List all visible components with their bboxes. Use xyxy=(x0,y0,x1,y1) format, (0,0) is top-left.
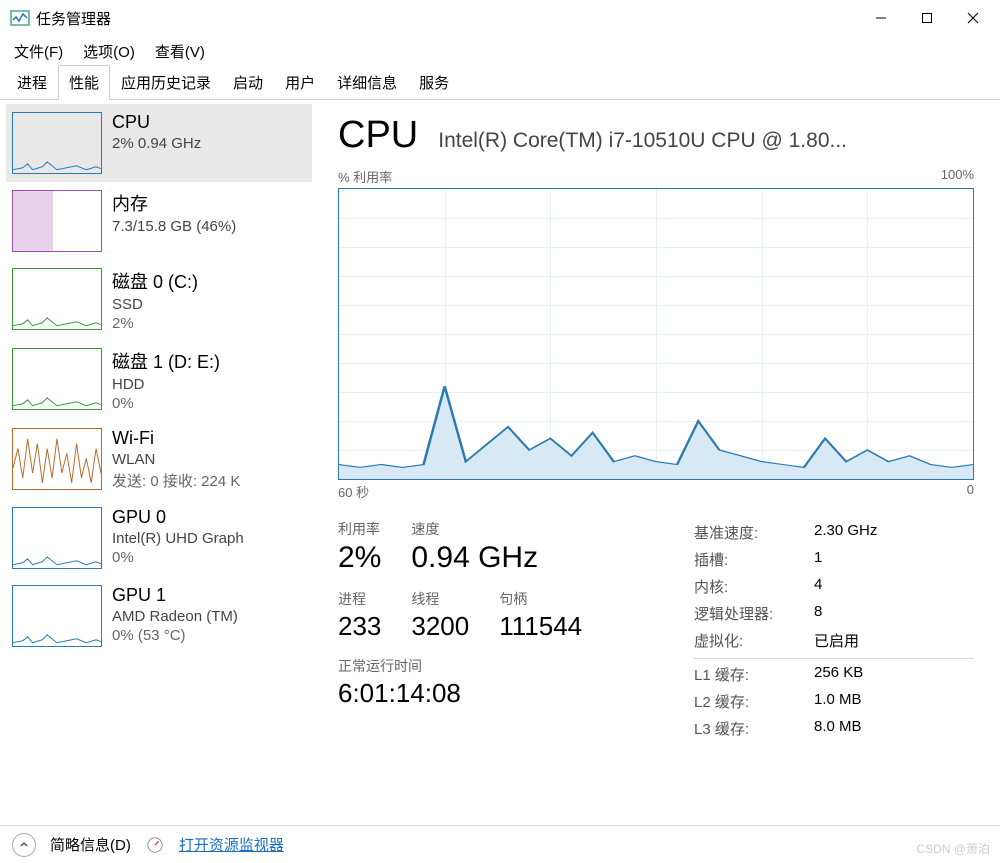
main-panel: CPU Intel(R) Core(TM) i7-10510U CPU @ 1.… xyxy=(312,100,1000,824)
sidebar-item-sub: 2% 0.94 GHz xyxy=(112,135,201,152)
sidebar-item-5[interactable]: GPU 0 Intel(R) UHD Graph 0% xyxy=(6,499,312,577)
proc-label: 进程 xyxy=(338,589,381,609)
util-label: 利用率 xyxy=(338,519,381,539)
handles-value: 111544 xyxy=(499,611,582,642)
sidebar-item-sub: Intel(R) UHD Graph xyxy=(112,530,244,547)
open-resource-monitor-link[interactable]: 打开资源监视器 xyxy=(179,834,284,855)
sidebar-item-name: CPU xyxy=(112,112,201,133)
speed-value: 0.94 GHz xyxy=(411,541,538,575)
task-manager-icon xyxy=(10,8,30,28)
handles-label: 句柄 xyxy=(499,589,582,609)
sidebar-item-sub: 7.3/15.8 GB (46%) xyxy=(112,218,236,235)
spec-cores-k: 内核: xyxy=(694,576,814,597)
sidebar-thumb xyxy=(12,507,102,569)
spec-cores-v: 4 xyxy=(814,576,822,597)
sidebar-thumb xyxy=(12,348,102,410)
menu-file[interactable]: 文件(F) xyxy=(8,39,69,64)
sidebar-thumb xyxy=(12,268,102,330)
menu-view[interactable]: 查看(V) xyxy=(149,39,211,64)
util-value: 2% xyxy=(338,541,381,575)
spec-base-speed-k: 基准速度: xyxy=(694,522,814,543)
sidebar-item-sub: AMD Radeon (TM) xyxy=(112,608,238,625)
spec-l1-k: L1 缓存: xyxy=(694,664,814,685)
tab-performance[interactable]: 性能 xyxy=(58,65,110,100)
chart-label-top-right: 100% xyxy=(941,167,974,186)
sidebar-item-name: 内存 xyxy=(112,190,236,216)
sidebar-item-sub2: 发送: 0 接收: 224 K xyxy=(112,470,240,491)
sidebar-thumb xyxy=(12,190,102,252)
threads-label: 线程 xyxy=(411,589,469,609)
utilization-chart[interactable] xyxy=(338,188,974,480)
bottombar: 简略信息(D) 打开资源监视器 xyxy=(0,825,1000,863)
sidebar-item-sub2: 0% xyxy=(112,549,244,566)
menu-options[interactable]: 选项(O) xyxy=(77,39,141,64)
tab-app-history[interactable]: 应用历史记录 xyxy=(110,65,222,100)
chart-label-top-left: % 利用率 xyxy=(338,167,392,186)
sidebar-item-sub2: 0% (53 °C) xyxy=(112,627,238,644)
uptime-value: 6:01:14:08 xyxy=(338,678,654,709)
sidebar-item-name: Wi-Fi xyxy=(112,428,240,449)
tab-processes[interactable]: 进程 xyxy=(6,65,58,100)
sidebar-item-name: 磁盘 1 (D: E:) xyxy=(112,348,220,374)
spec-sockets-k: 插槽: xyxy=(694,549,814,570)
spec-base-speed-v: 2.30 GHz xyxy=(814,522,877,543)
sidebar-item-4[interactable]: Wi-Fi WLAN 发送: 0 接收: 224 K xyxy=(6,420,312,499)
spec-l2-k: L2 缓存: xyxy=(694,691,814,712)
sidebar-item-6[interactable]: GPU 1 AMD Radeon (TM) 0% (53 °C) xyxy=(6,577,312,655)
sidebar-item-sub: HDD xyxy=(112,376,220,393)
sidebar-item-sub: SSD xyxy=(112,296,198,313)
spec-sockets-v: 1 xyxy=(814,549,822,570)
spec-lproc-k: 逻辑处理器: xyxy=(694,603,814,624)
collapse-button[interactable] xyxy=(12,833,36,857)
sidebar-item-sub2: 2% xyxy=(112,315,198,332)
window-title: 任务管理器 xyxy=(36,8,858,29)
spec-l2-v: 1.0 MB xyxy=(814,691,862,712)
watermark: CSDN @萧泊 xyxy=(916,840,990,857)
chart-label-bottom-left: 60 秒 xyxy=(338,482,369,501)
resource-title: CPU xyxy=(338,114,418,157)
maximize-button[interactable] xyxy=(904,3,950,33)
threads-value: 3200 xyxy=(411,611,469,642)
spec-l1-v: 256 KB xyxy=(814,664,863,685)
speed-label: 速度 xyxy=(411,519,538,539)
uptime-label: 正常运行时间 xyxy=(338,656,654,676)
sidebar-item-2[interactable]: 磁盘 0 (C:) SSD 2% xyxy=(6,260,312,340)
resource-monitor-icon xyxy=(145,835,165,855)
sidebar-item-sub: WLAN xyxy=(112,451,240,468)
sidebar[interactable]: CPU 2% 0.94 GHz 内存 7.3/15.8 GB (46%) 磁盘 … xyxy=(0,100,312,824)
tab-users[interactable]: 用户 xyxy=(274,65,326,100)
sidebar-item-0[interactable]: CPU 2% 0.94 GHz xyxy=(6,104,312,182)
cpu-model: Intel(R) Core(TM) i7-10510U CPU @ 1.80..… xyxy=(438,129,847,153)
spec-l3-v: 8.0 MB xyxy=(814,718,862,739)
sidebar-item-1[interactable]: 内存 7.3/15.8 GB (46%) xyxy=(6,182,312,260)
titlebar: 任务管理器 xyxy=(0,0,1000,36)
sidebar-thumb xyxy=(12,585,102,647)
sidebar-item-3[interactable]: 磁盘 1 (D: E:) HDD 0% xyxy=(6,340,312,420)
sidebar-thumb xyxy=(12,112,102,174)
tab-services[interactable]: 服务 xyxy=(408,65,460,100)
sidebar-item-sub2: 0% xyxy=(112,395,220,412)
tab-details[interactable]: 详细信息 xyxy=(326,65,408,100)
minimize-button[interactable] xyxy=(858,3,904,33)
proc-value: 233 xyxy=(338,611,381,642)
spec-virt-k: 虚拟化: xyxy=(694,630,814,651)
sidebar-thumb xyxy=(12,428,102,490)
cpu-specs: 基准速度:2.30 GHz 插槽:1 内核:4 逻辑处理器:8 虚拟化:已启用 … xyxy=(694,519,974,742)
spec-lproc-v: 8 xyxy=(814,603,822,624)
tab-bar: 进程 性能 应用历史记录 启动 用户 详细信息 服务 xyxy=(0,66,1000,100)
sidebar-item-name: GPU 1 xyxy=(112,585,238,606)
sidebar-item-name: GPU 0 xyxy=(112,507,244,528)
close-button[interactable] xyxy=(950,3,996,33)
sidebar-item-name: 磁盘 0 (C:) xyxy=(112,268,198,294)
less-details-label[interactable]: 简略信息(D) xyxy=(50,834,131,855)
spec-l3-k: L3 缓存: xyxy=(694,718,814,739)
menubar: 文件(F) 选项(O) 查看(V) xyxy=(0,36,1000,66)
chart-label-bottom-right: 0 xyxy=(967,482,974,501)
spec-virt-v: 已启用 xyxy=(814,630,859,651)
tab-startup[interactable]: 启动 xyxy=(222,65,274,100)
